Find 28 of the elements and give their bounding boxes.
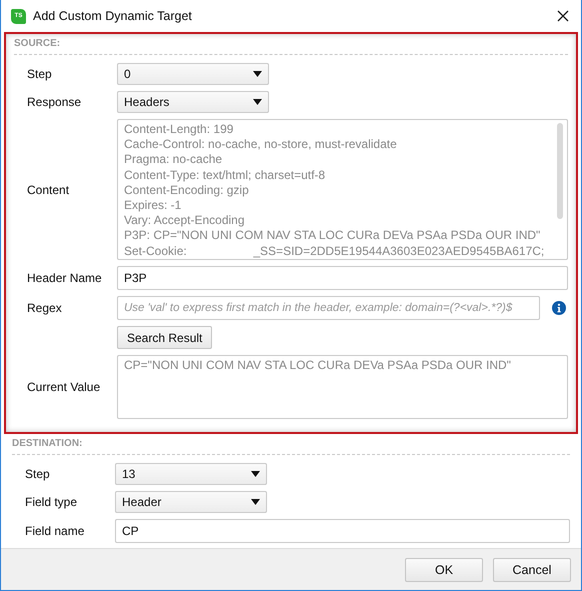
dropdown[interactable]: 0 [117,63,269,85]
field-label: Step [27,67,53,81]
input-field[interactable]: CP [115,519,570,543]
field-label: Current Value [27,380,102,394]
caret-icon [253,99,262,105]
caret-icon [251,499,260,505]
section-heading: SOURCE: [14,38,62,49]
dropdown[interactable]: Header [115,491,267,513]
input-field[interactable]: P3P [117,266,568,290]
window-title: Add Custom Dynamic Target [33,9,193,23]
field-label: Field type [25,495,78,509]
cancel-button[interactable]: Cancel [493,558,571,582]
field-label: Regex [27,301,63,315]
dropdown[interactable]: 13 [115,463,267,485]
info-icon[interactable] [552,301,566,315]
caret-icon [251,471,260,477]
scrollbar-thumb[interactable] [557,123,563,219]
field-label: Response [27,95,82,109]
field-label: Content [27,182,70,196]
field-label: Header Name [27,271,103,285]
field-label: Step [25,467,51,481]
ok-button[interactable]: OK [405,558,483,582]
caret-icon [253,71,262,77]
dropdown[interactable]: Headers [117,91,269,113]
field-label: Field name [25,524,86,538]
search-result-button[interactable]: Search Result [117,326,212,349]
section-heading: DESTINATION: [12,438,84,449]
close-icon[interactable] [557,10,569,22]
